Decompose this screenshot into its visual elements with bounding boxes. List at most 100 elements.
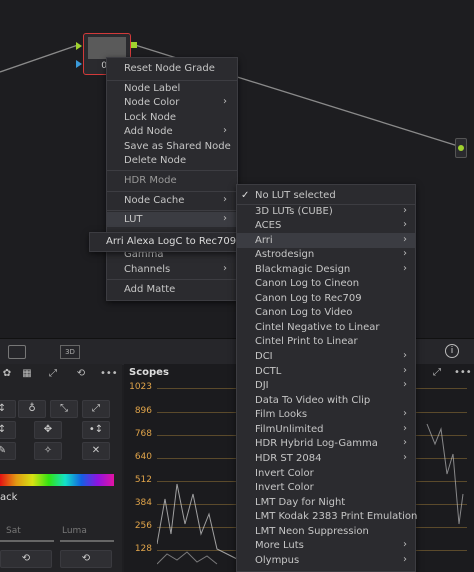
menu-delete-node[interactable]: Delete Node [124, 153, 186, 168]
lut-more-luts[interactable]: More Luts [255, 538, 304, 553]
lut-cintel-print-linear[interactable]: Cintel Print to Linear [255, 334, 358, 349]
lut-lmt-day-for-night[interactable]: LMT Day for Night [255, 495, 345, 510]
scopes-more-icon[interactable]: ••• [454, 366, 472, 380]
picker-tool-1[interactable]: ↕ [0, 400, 16, 418]
lut-dci[interactable]: DCI [255, 349, 273, 364]
reset-icon[interactable]: ⟲ [74, 367, 88, 381]
lut-cintel-negative-linear[interactable]: Cintel Negative to Linear [255, 320, 379, 335]
chevron-right-icon: › [403, 554, 407, 565]
lut-film-looks[interactable]: Film Looks [255, 407, 307, 422]
info-icon[interactable]: i [445, 344, 459, 358]
lut-canon-log-video[interactable]: Canon Log to Video [255, 305, 352, 320]
palette-icon[interactable]: ✿ [0, 367, 14, 381]
eyedropper-tool[interactable]: ♁ [18, 400, 46, 418]
tick-768: 768 [134, 429, 152, 439]
menu-divider [107, 170, 237, 171]
tick-384: 384 [134, 498, 152, 508]
shrink-tool[interactable]: ⤡ [50, 400, 78, 418]
lut-arri[interactable]: Arri [237, 233, 415, 248]
color-tools-panel: ✿ ▦ ⤢ ⟲ ••• ↕ ♁ ⤡ ⤢ ↕ ✥ •↕ ✎ ✧ ✕ ack Sat… [0, 364, 122, 572]
lut-lmt-neon-suppression[interactable]: LMT Neon Suppression [255, 524, 369, 539]
luma-slider[interactable] [60, 540, 114, 542]
track-label: ack [0, 492, 18, 503]
menu-node-cache[interactable]: Node Cache [124, 193, 184, 208]
lut-astrodesign[interactable]: Astrodesign [255, 247, 314, 262]
chevron-right-icon: › [403, 248, 407, 259]
menu-reset-node-grade[interactable]: Reset Node Grade [124, 61, 215, 76]
lut-hdr-st2084[interactable]: HDR ST 2084 [255, 451, 321, 466]
lut-3d-luts-cube[interactable]: 3D LUTs (CUBE) [255, 204, 333, 219]
node-input-blue[interactable] [76, 60, 82, 68]
lut-dctl[interactable]: DCTL [255, 364, 281, 379]
node-context-menu: Reset Node Grade Node Label Node Color ›… [106, 57, 238, 301]
chevron-right-icon: › [403, 219, 407, 230]
lut-aces[interactable]: ACES [255, 218, 281, 233]
chevron-right-icon: › [223, 125, 227, 136]
luma-label: Luma [62, 526, 87, 536]
chevron-right-icon: › [403, 205, 407, 216]
menu-channels[interactable]: Channels [124, 262, 170, 277]
chevron-right-icon: › [403, 423, 407, 434]
chevron-right-icon: › [403, 365, 407, 376]
lut-invert-color-1[interactable]: Invert Color [255, 466, 314, 481]
node-output-green[interactable] [131, 42, 137, 48]
menu-hdr-mode[interactable]: HDR Mode [124, 173, 177, 188]
tick-128: 128 [134, 544, 152, 554]
menu-add-matte[interactable]: Add Matte [124, 282, 175, 297]
tick-512: 512 [134, 475, 152, 485]
3d-badge[interactable]: 3D [60, 345, 80, 359]
lut-canon-log-cineon[interactable]: Canon Log to Cineon [255, 276, 359, 291]
more-options-icon[interactable]: ••• [100, 367, 118, 381]
remove-point-tool[interactable]: ✕ [82, 442, 110, 460]
menu-lock-node[interactable]: Lock Node [124, 110, 176, 125]
timeline-output-node[interactable] [455, 138, 467, 158]
lut-invert-color-2[interactable]: Invert Color [255, 480, 314, 495]
chevron-right-icon: › [403, 234, 407, 245]
lut-no-lut-selected[interactable]: No LUT selected [255, 188, 336, 203]
luma-reset-button[interactable]: ⟲ [60, 550, 112, 568]
sat-label: Sat [6, 526, 21, 536]
lut-data-to-video-clip[interactable]: Data To Video with Clip [255, 393, 370, 408]
chevron-right-icon: › [403, 539, 407, 550]
lut-canon-log-rec709[interactable]: Canon Log to Rec709 [255, 291, 362, 306]
tick-896: 896 [134, 406, 152, 416]
menu-divider [107, 210, 237, 211]
node-input-green[interactable] [76, 42, 82, 50]
menu-add-node[interactable]: Add Node [124, 124, 173, 139]
add-point-tool[interactable]: ✧ [34, 442, 62, 460]
expand-tool[interactable]: ⤢ [82, 400, 110, 418]
chevron-right-icon: › [403, 452, 407, 463]
scopes-expand-icon[interactable]: ⤢ [430, 366, 444, 380]
chevron-right-icon: › [223, 263, 227, 274]
chevron-right-icon: › [403, 263, 407, 274]
viewer-mode-icon[interactable] [8, 345, 26, 359]
grid-icon[interactable]: ▦ [20, 367, 34, 381]
expand-icon[interactable]: ⤢ [46, 367, 60, 381]
brush-tool[interactable]: ✎ [0, 442, 16, 460]
menu-node-label[interactable]: Node Label [124, 81, 180, 96]
tick-1023: 1023 [129, 382, 152, 392]
chevron-right-icon: › [403, 437, 407, 448]
menu-node-color[interactable]: Node Color [124, 95, 179, 110]
lut-blackmagic-design[interactable]: Blackmagic Design [255, 262, 350, 277]
recent-lut-item[interactable]: Arri Alexa LogC to Rec709 [89, 232, 237, 252]
move-tool[interactable]: ✥ [34, 421, 62, 439]
menu-lut[interactable]: LUT [107, 212, 237, 227]
chevron-right-icon: › [223, 194, 227, 205]
lut-submenu: ✓ No LUT selected 3D LUTs (CUBE) › ACES … [236, 184, 417, 572]
hue-spectrum-bar[interactable] [0, 474, 114, 486]
lut-olympus[interactable]: Olympus [255, 553, 299, 568]
chevron-right-icon: › [223, 213, 227, 224]
tick-256: 256 [134, 521, 152, 531]
lut-dji[interactable]: DJI [255, 378, 269, 393]
lut-hdr-hlg[interactable]: HDR Hybrid Log-Gamma [255, 436, 378, 451]
menu-save-shared-node[interactable]: Save as Shared Node [124, 139, 231, 154]
picker-tool-2[interactable]: ↕ [0, 421, 16, 439]
point-tool[interactable]: •↕ [82, 421, 110, 439]
lut-lmt-kodak-2383[interactable]: LMT Kodak 2383 Print Emulation [255, 509, 417, 524]
lut-filmunlimited[interactable]: FilmUnlimited [255, 422, 323, 437]
sat-reset-button[interactable]: ⟲ [0, 550, 52, 568]
menu-divider [107, 191, 237, 192]
recent-lut-label: Arri Alexa LogC to Rec709 [106, 236, 237, 247]
sat-slider[interactable] [0, 540, 54, 542]
